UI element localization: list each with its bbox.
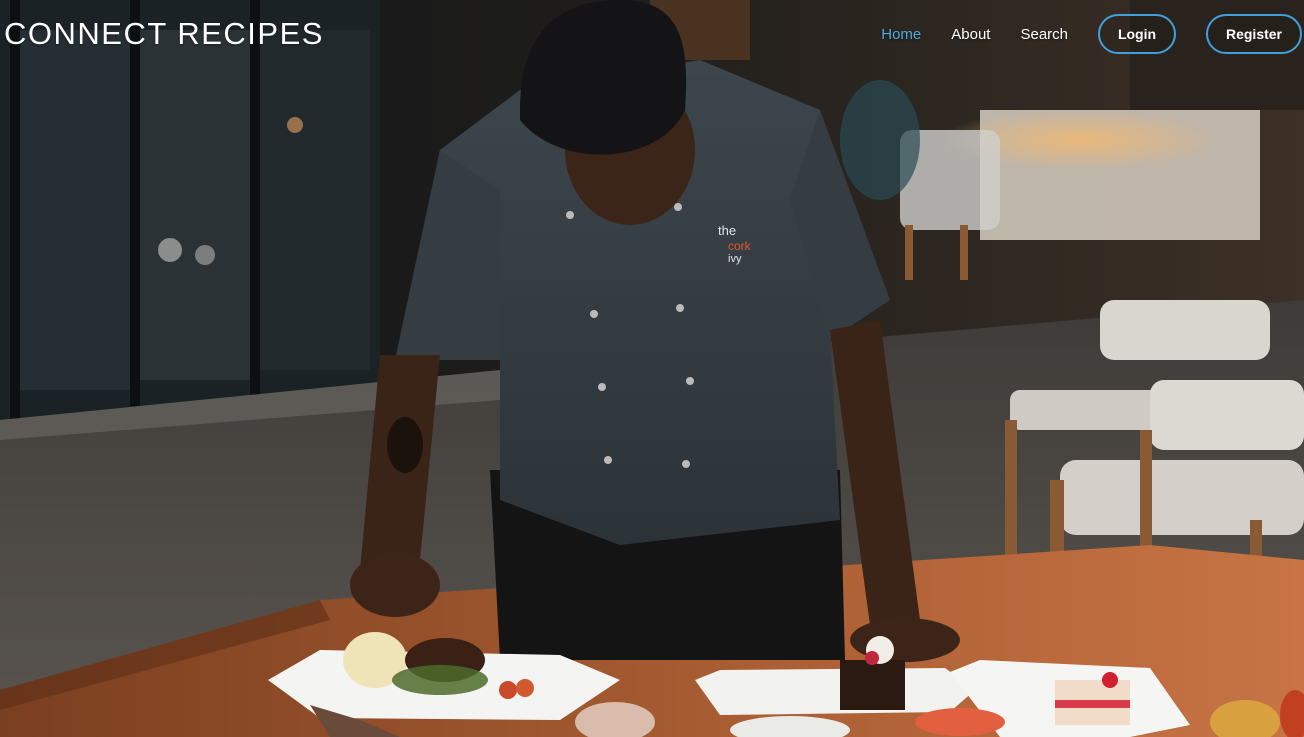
svg-text:the: the xyxy=(718,223,736,238)
hero-background-image: the cork ivy xyxy=(0,0,1304,737)
nav-link-home[interactable]: Home xyxy=(881,26,921,43)
login-button[interactable]: Login xyxy=(1098,14,1176,54)
main-nav: Home About Search Login Register xyxy=(881,13,1302,55)
nav-link-search[interactable]: Search xyxy=(1020,26,1068,43)
svg-text:ivy: ivy xyxy=(728,253,742,265)
register-button[interactable]: Register xyxy=(1206,14,1302,54)
svg-text:cork: cork xyxy=(728,239,752,253)
hero-section: the cork ivy CONNECT RECIPES Home About … xyxy=(0,0,1304,737)
site-logo[interactable]: CONNECT RECIPES xyxy=(4,15,324,53)
nav-link-about[interactable]: About xyxy=(951,26,990,43)
